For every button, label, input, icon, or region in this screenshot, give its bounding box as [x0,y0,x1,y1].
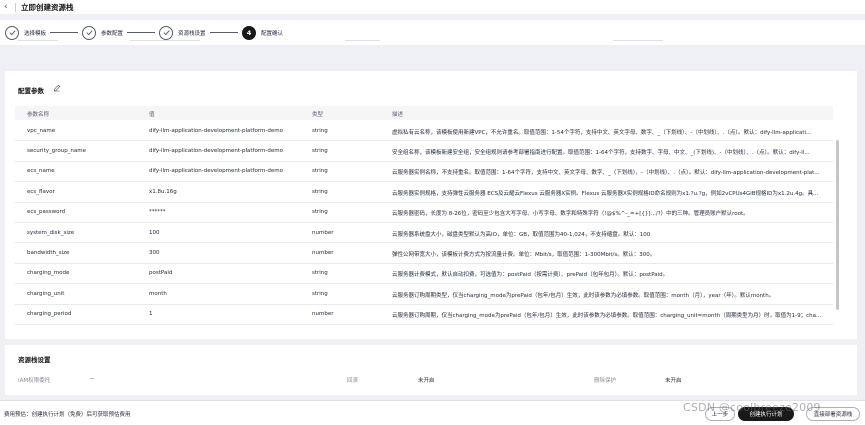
table-row: charging_period 1 number 云服务器订购周期，仅当char… [15,305,833,325]
table-scrollbar[interactable] [834,120,840,325]
table-row: charging_unit month string 云服务器订购周期类型，仅当… [15,284,833,305]
param-type: string [312,270,328,277]
param-description: 云服务器订购周期，仅当charging_mode为prePaid（包年/包月）生… [392,313,822,320]
collapsed-row [613,40,663,41]
create-execution-plan-button[interactable]: 创建执行计划 [738,407,794,421]
delete-protection-label: 删除保护 [594,378,617,384]
param-name: ecs_name [27,168,55,175]
scrollbar-thumb[interactable] [835,140,839,310]
table-row: charging_mode postPaid string 云服务器计费模式，默… [15,264,833,285]
param-type: number [312,249,334,256]
section-title: 资源栈设置 [18,356,51,364]
previous-button[interactable]: 上一步 [705,407,735,421]
iam-delegation-value: -- [90,376,94,382]
param-value: 100 [149,229,160,236]
delete-protection-value: 未开启 [665,378,682,384]
rollback-label: 回滚 [347,378,359,384]
param-value: x1.8u.16g [149,188,177,195]
step-select-template: 选择模板 [5,25,46,40]
step-confirm: 4 配置确认 [242,25,283,40]
param-type: string [312,168,328,175]
param-description: 云服务器实例名称，不支持重名。取值范围：1-64个字符，支持中文、英文字母、数字… [392,170,820,177]
deploy-stack-button[interactable]: 直接部署资源栈 [806,407,860,421]
check-icon [5,25,19,40]
param-value: dify-llm-application-development-platfor… [149,168,283,175]
collapsed-row [18,40,58,41]
table-row: bandwidth_size 300 number 弹性公网带宽大小，该模板计费… [15,243,833,264]
param-description: 云服务器实例规格，支持弹性云服务器 ECS及云耀云Flexus 云服务器X实例。… [392,190,819,197]
param-name: ecs_flavor [27,188,55,195]
step-connector [210,32,238,33]
param-type: string [312,127,328,134]
check-icon [82,25,96,40]
table-row: ecs_password ****** string 云服务器密码，长度为 8-… [15,203,833,223]
param-type: string [312,209,328,216]
param-description: 安全组名称，该模板新建安全组，安全组规则请参考部署指南进行配置。取值范围：1-6… [392,149,810,156]
param-description: 云服务器密码，长度为 8-26位，密码至少包含大写字母、小写字母、数字和特殊字符… [392,211,749,218]
param-description: 弹性公网带宽大小，该模板计费方式为按流量计费。单位：Mbit/s，取值范围：1-… [392,251,656,258]
top-bar: ‹ 立即创建资源栈 [0,0,865,14]
column-header-type: 类型 [312,112,324,118]
param-value: month [149,290,167,297]
param-value: 300 [149,249,160,256]
table-row: ecs_name dify-llm-application-developmen… [15,162,833,183]
param-name: ecs_password [27,209,66,216]
page-title: 立即创建资源栈 [21,2,74,12]
step-param-config: 参数配置 [82,25,123,40]
section-title: 配置参数 [18,87,44,95]
stack-settings-card [5,345,857,395]
param-description: 虚拟私有云名称，该模板使用新建VPC，不允许重名。取值范围：1-54个字符，支持… [392,129,812,136]
collapsed-row [345,40,380,41]
footer-bar: 费用预估：创建执行计划（免费）后可获取预估费用 上一步 创建执行计划 直接部署资… [0,400,865,425]
param-value: postPaid [149,270,173,277]
column-header-description: 描述 [392,112,404,118]
param-type: number [312,311,334,318]
step-stack-settings: 资源栈设置 [159,25,206,40]
step-connector [127,32,155,33]
param-type: string [312,188,328,195]
table-row: security_group_name dify-llm-application… [15,141,833,162]
step-label: 配置确认 [261,30,284,37]
table-row: ecs_flavor x1.8u.16g string 云服务器实例规格，支持弹… [15,182,833,203]
param-value: dify-llm-application-development-platfor… [149,147,283,154]
param-description: 云服务器订购周期类型，仅当charging_mode为prePaid（包年/包月… [392,292,775,299]
param-type: number [312,229,334,236]
steps-bar: 选择模板 参数配置 资源栈设置 4 配置确认 [0,20,865,45]
step-label: 资源栈设置 [178,30,206,37]
param-name: charging_mode [27,270,70,277]
step-connector [50,32,78,33]
param-name: bandwidth_size [27,249,70,256]
param-name: charging_period [27,311,72,318]
param-description: 云服务器计费模式，默认自动扣费，可选值为：postPaid（按需计费）、preP… [392,272,669,279]
param-name: vpc_name [27,127,56,134]
iam-delegation-label: IAM权限委托 [18,378,51,384]
param-name: charging_unit [27,290,65,297]
table-header: 参数名称 值 类型 描述 [15,106,833,120]
column-header-value: 值 [149,112,155,118]
check-icon [159,25,173,40]
table-row: vpc_name dify-llm-application-developmen… [15,121,833,142]
chevron-left-icon[interactable]: ‹ [4,2,14,12]
rollback-value: 未开启 [418,378,435,384]
title-divider [15,2,16,12]
pencil-icon[interactable] [53,84,61,92]
step-label: 参数配置 [101,30,124,37]
param-value: dify-llm-application-development-platfor… [149,127,283,134]
param-name: security_group_name [27,147,87,154]
step-label: 选择模板 [24,30,47,37]
cost-estimate-note: 费用预估：创建执行计划（免费）后可获取预估费用 [4,412,131,418]
param-name: system_disk_size [27,229,75,236]
param-value: 1 [149,311,153,318]
param-description: 云服务器系统盘大小，磁盘类型默认为高IO，单位：GB，取值范围为40-1,024… [392,231,651,238]
param-type: string [312,147,328,154]
param-type: string [312,290,328,297]
collapsed-row [130,40,200,41]
column-header-name: 参数名称 [27,112,50,118]
param-value: ****** [149,209,166,216]
step-number: 4 [242,25,256,40]
table-row: system_disk_size 100 number 云服务器系统盘大小，磁盘… [15,223,833,244]
